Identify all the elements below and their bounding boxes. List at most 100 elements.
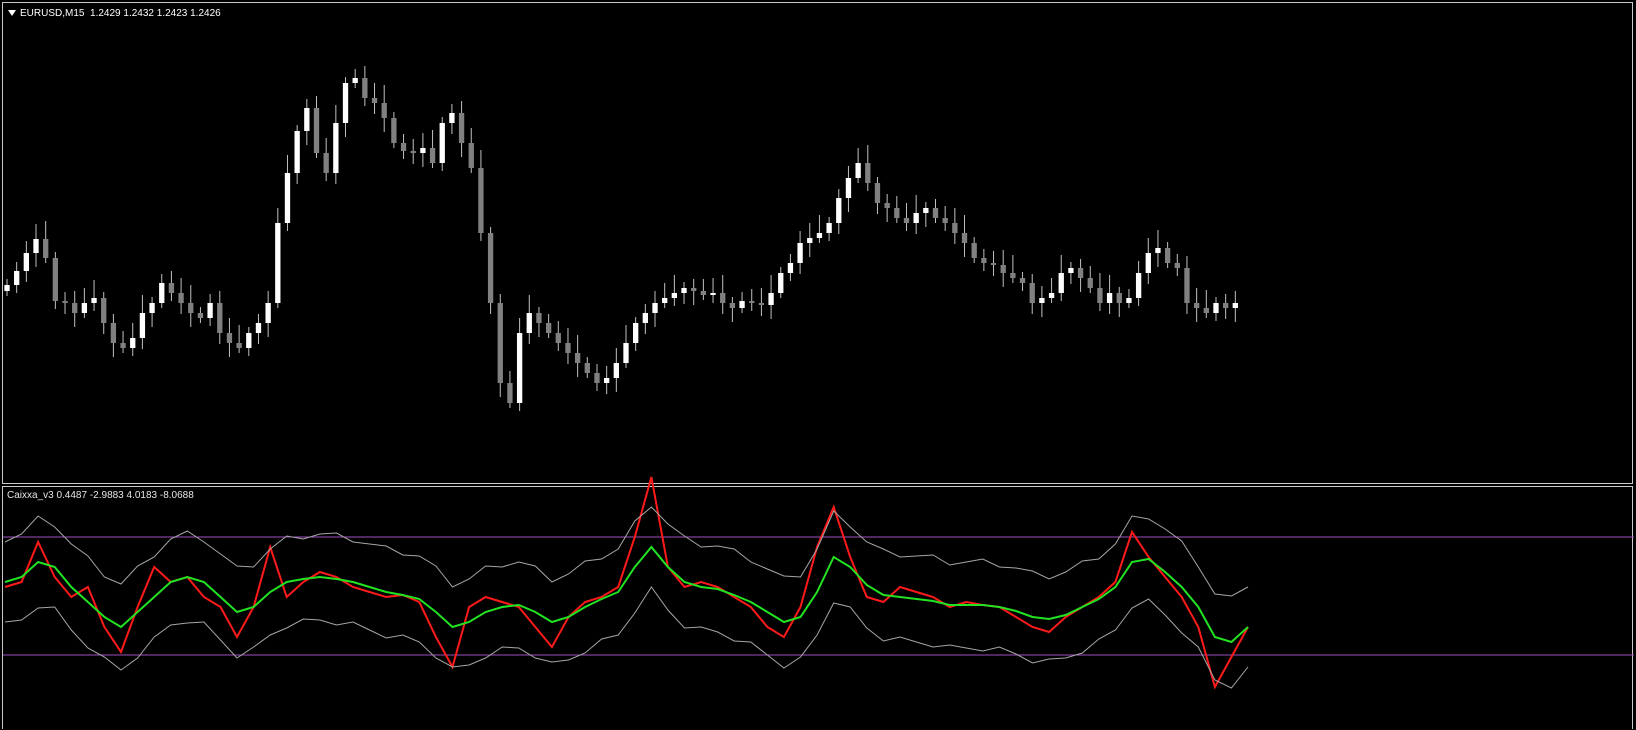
candle bbox=[91, 280, 97, 311]
candle bbox=[120, 331, 126, 353]
indicator-pane[interactable]: Caixxa_v3 0.4487 -2.9883 4.0183 -8.0688 bbox=[2, 476, 1634, 729]
candle bbox=[565, 328, 571, 364]
candle bbox=[1193, 288, 1200, 322]
candle bbox=[729, 297, 736, 322]
price-chart-pane[interactable]: EURUSD,M15 1.2429 1.2432 1.2423 1.2426 bbox=[2, 2, 1633, 484]
candle bbox=[894, 196, 900, 223]
candle bbox=[323, 138, 329, 181]
candle bbox=[807, 223, 813, 257]
candle bbox=[507, 371, 513, 408]
candle bbox=[410, 139, 416, 164]
lower-band bbox=[4, 586, 1249, 689]
candle bbox=[1155, 230, 1161, 267]
candle bbox=[1039, 286, 1045, 317]
candle bbox=[700, 279, 707, 300]
candle bbox=[130, 323, 136, 356]
candle bbox=[642, 304, 649, 334]
candle bbox=[749, 289, 755, 311]
candle bbox=[178, 278, 184, 314]
candle bbox=[787, 254, 794, 281]
candle bbox=[855, 148, 861, 183]
candle bbox=[952, 208, 958, 244]
candle bbox=[381, 85, 387, 132]
candle bbox=[1174, 254, 1180, 276]
candle bbox=[313, 96, 320, 158]
candle bbox=[391, 112, 397, 148]
candle bbox=[72, 291, 78, 327]
candle bbox=[710, 278, 716, 303]
candle bbox=[352, 69, 358, 88]
candle bbox=[990, 251, 997, 276]
candle bbox=[1126, 289, 1132, 308]
candle bbox=[981, 249, 987, 271]
candle bbox=[1029, 274, 1035, 314]
candle bbox=[197, 307, 204, 323]
candle bbox=[555, 321, 561, 351]
candle bbox=[768, 275, 774, 319]
candle bbox=[159, 274, 165, 308]
candle bbox=[149, 297, 155, 327]
candle bbox=[903, 203, 910, 231]
candle bbox=[584, 357, 590, 378]
candle bbox=[874, 177, 881, 214]
candle bbox=[246, 327, 252, 356]
candle bbox=[371, 83, 378, 114]
candle bbox=[81, 288, 88, 318]
candle bbox=[845, 166, 852, 212]
candle bbox=[139, 295, 146, 349]
candle bbox=[439, 117, 445, 171]
candle bbox=[1077, 259, 1084, 292]
candle bbox=[110, 314, 117, 357]
candle bbox=[594, 364, 600, 391]
candle bbox=[603, 366, 610, 394]
candle bbox=[1232, 291, 1238, 322]
candle bbox=[62, 292, 68, 314]
candlestick-series bbox=[4, 66, 1238, 411]
candle bbox=[652, 291, 658, 327]
candle bbox=[33, 224, 39, 267]
indicator-plot bbox=[3, 476, 1634, 690]
candle bbox=[43, 221, 49, 263]
candle bbox=[526, 295, 532, 344]
candle bbox=[449, 104, 455, 134]
candle bbox=[1116, 287, 1122, 317]
candle bbox=[671, 275, 678, 306]
candle bbox=[1058, 255, 1064, 301]
candle bbox=[720, 275, 726, 314]
candle bbox=[497, 294, 503, 397]
candle bbox=[1068, 262, 1074, 284]
candle bbox=[236, 325, 242, 353]
candle bbox=[971, 237, 977, 263]
candle bbox=[1019, 272, 1026, 291]
candle bbox=[1213, 297, 1219, 321]
candle bbox=[101, 292, 107, 334]
candle bbox=[226, 318, 233, 357]
candle bbox=[400, 134, 407, 159]
candle bbox=[536, 307, 542, 337]
candle bbox=[304, 99, 310, 145]
candle bbox=[255, 314, 262, 344]
candle bbox=[275, 208, 281, 308]
candle bbox=[1145, 238, 1151, 284]
candle bbox=[681, 282, 687, 304]
candle bbox=[333, 105, 339, 184]
candle bbox=[420, 133, 426, 167]
candle bbox=[487, 227, 494, 314]
candle bbox=[923, 202, 929, 227]
candle bbox=[1203, 290, 1209, 318]
candle bbox=[284, 155, 291, 231]
candle bbox=[836, 189, 842, 234]
candle bbox=[884, 194, 890, 222]
candle bbox=[932, 199, 939, 223]
candle bbox=[739, 292, 745, 313]
candle bbox=[458, 101, 465, 157]
candle bbox=[574, 335, 581, 377]
candle bbox=[545, 314, 552, 338]
candle bbox=[4, 279, 10, 296]
candle bbox=[1010, 255, 1016, 283]
candle bbox=[478, 150, 484, 241]
candle bbox=[865, 145, 871, 191]
candle bbox=[217, 291, 223, 344]
candle bbox=[662, 283, 668, 308]
candle bbox=[613, 348, 619, 392]
